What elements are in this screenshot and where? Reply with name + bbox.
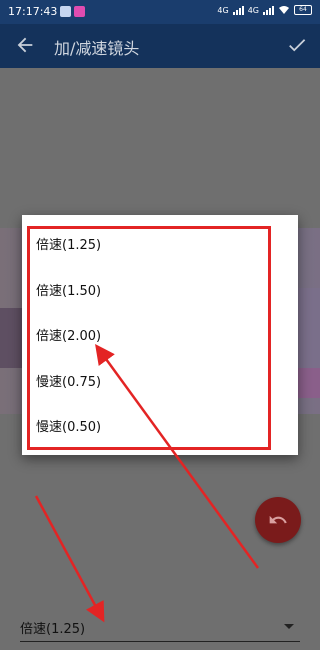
speed-option[interactable]: 倍速(2.00) [22,314,298,360]
wifi-icon [279,6,289,14]
battery-icon: 64 [294,5,312,15]
speed-option[interactable]: 倍速(1.25) [22,223,298,269]
speed-options-dialog: 倍速(1.25) 倍速(1.50) 倍速(2.00) 慢速(0.75) 慢速(0… [22,215,298,455]
app-bar: 加/减速镜头 [0,24,320,68]
signal-icon [263,5,274,15]
undo-button[interactable] [255,497,301,543]
status-indicators: 4G 4G 64 [217,5,312,15]
dropdown-arrow-icon [284,624,294,629]
status-time: 17:17:43 [8,5,58,18]
preview-shape [296,368,320,398]
network-type-label: 4G [217,5,229,15]
speed-option[interactable]: 倍速(1.50) [22,269,298,315]
notification-app-icon [60,6,71,17]
notification-icons [60,6,85,17]
status-bar: 17:17:43 4G 4G 64 [0,0,320,24]
speed-select-value: 倍速(1.25) [20,622,86,637]
annotation-arrow-icon [34,495,105,623]
speed-select[interactable]: 倍速(1.25) [20,612,300,642]
network-type-label: 4G [247,5,259,15]
speed-option[interactable]: 慢速(0.75) [22,360,298,406]
check-icon[interactable] [286,34,308,56]
page-title: 加/减速镜头 [54,39,140,58]
arrow-left-icon[interactable] [14,34,36,56]
undo-icon [269,515,287,524]
select-underline [20,641,300,642]
preview-shape [0,308,22,368]
signal-icon [232,5,244,15]
speed-option[interactable]: 慢速(0.50) [22,405,298,451]
notification-app-icon [74,6,85,17]
